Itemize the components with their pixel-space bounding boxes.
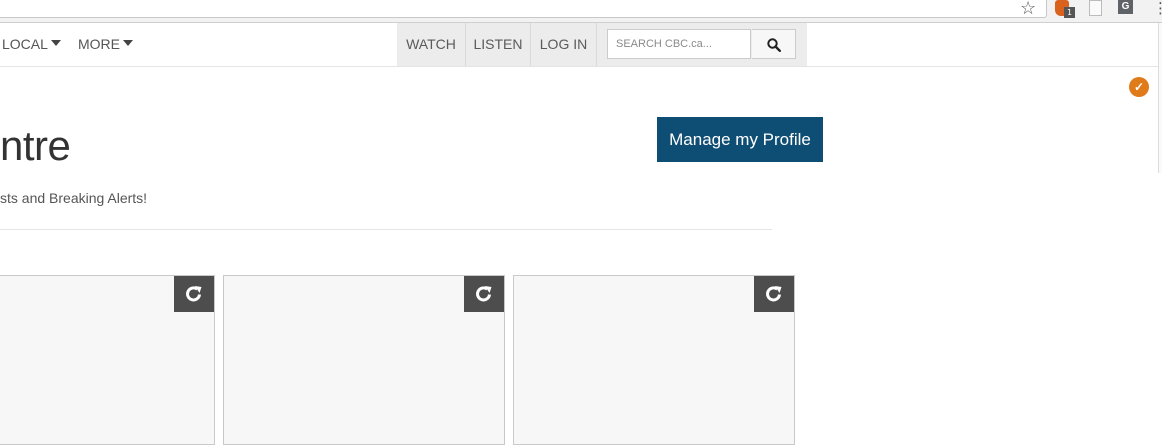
content-card [0,275,215,445]
scrollbar[interactable] [1158,23,1162,173]
caret-down-icon [50,40,61,47]
nav-watch-link[interactable]: WATCH [397,23,466,66]
nav-more-menu[interactable]: MORE [78,23,133,66]
refresh-icon [766,286,782,302]
page-subtitle: sts and Breaking Alerts! [0,190,148,206]
star-icon[interactable]: ☆ [1020,0,1036,19]
nav-login-link[interactable]: LOG IN [531,23,597,66]
extension-badge: 1 [1064,7,1075,18]
address-bar[interactable] [0,0,1047,18]
document-extension-icon[interactable] [1089,0,1102,16]
checkmark-badge-icon[interactable]: ✓ [1129,77,1149,97]
caret-down-icon [123,40,133,47]
nav-listen-link[interactable]: LISTEN [466,23,531,66]
refresh-icon [186,286,202,302]
nav-more-label: MORE [78,36,120,52]
search-icon [767,38,781,52]
content-card [513,275,795,445]
nav-local-label: LOCAL [2,36,48,52]
divider [0,229,772,230]
search-input[interactable] [607,29,751,59]
refresh-button[interactable] [174,276,214,312]
refresh-button[interactable] [754,276,794,312]
refresh-button[interactable] [464,276,504,312]
nav-utility-bar: WATCH LISTEN LOG IN [397,23,807,66]
kebab-menu-icon[interactable]: ⋮ [1153,0,1162,17]
refresh-icon [476,286,492,302]
browser-toolbar: ☆ 1 G ⋮ [0,0,1162,23]
content-card [223,275,505,445]
manage-profile-button[interactable]: Manage my Profile [657,117,823,162]
site-nav: LOCAL MORE WATCH LISTEN LOG IN [0,23,1162,67]
nav-local-menu[interactable]: LOCAL [2,23,61,66]
g-extension-icon[interactable]: G [1118,0,1133,14]
search-button[interactable] [752,29,796,59]
page-title: ntre [0,122,71,169]
